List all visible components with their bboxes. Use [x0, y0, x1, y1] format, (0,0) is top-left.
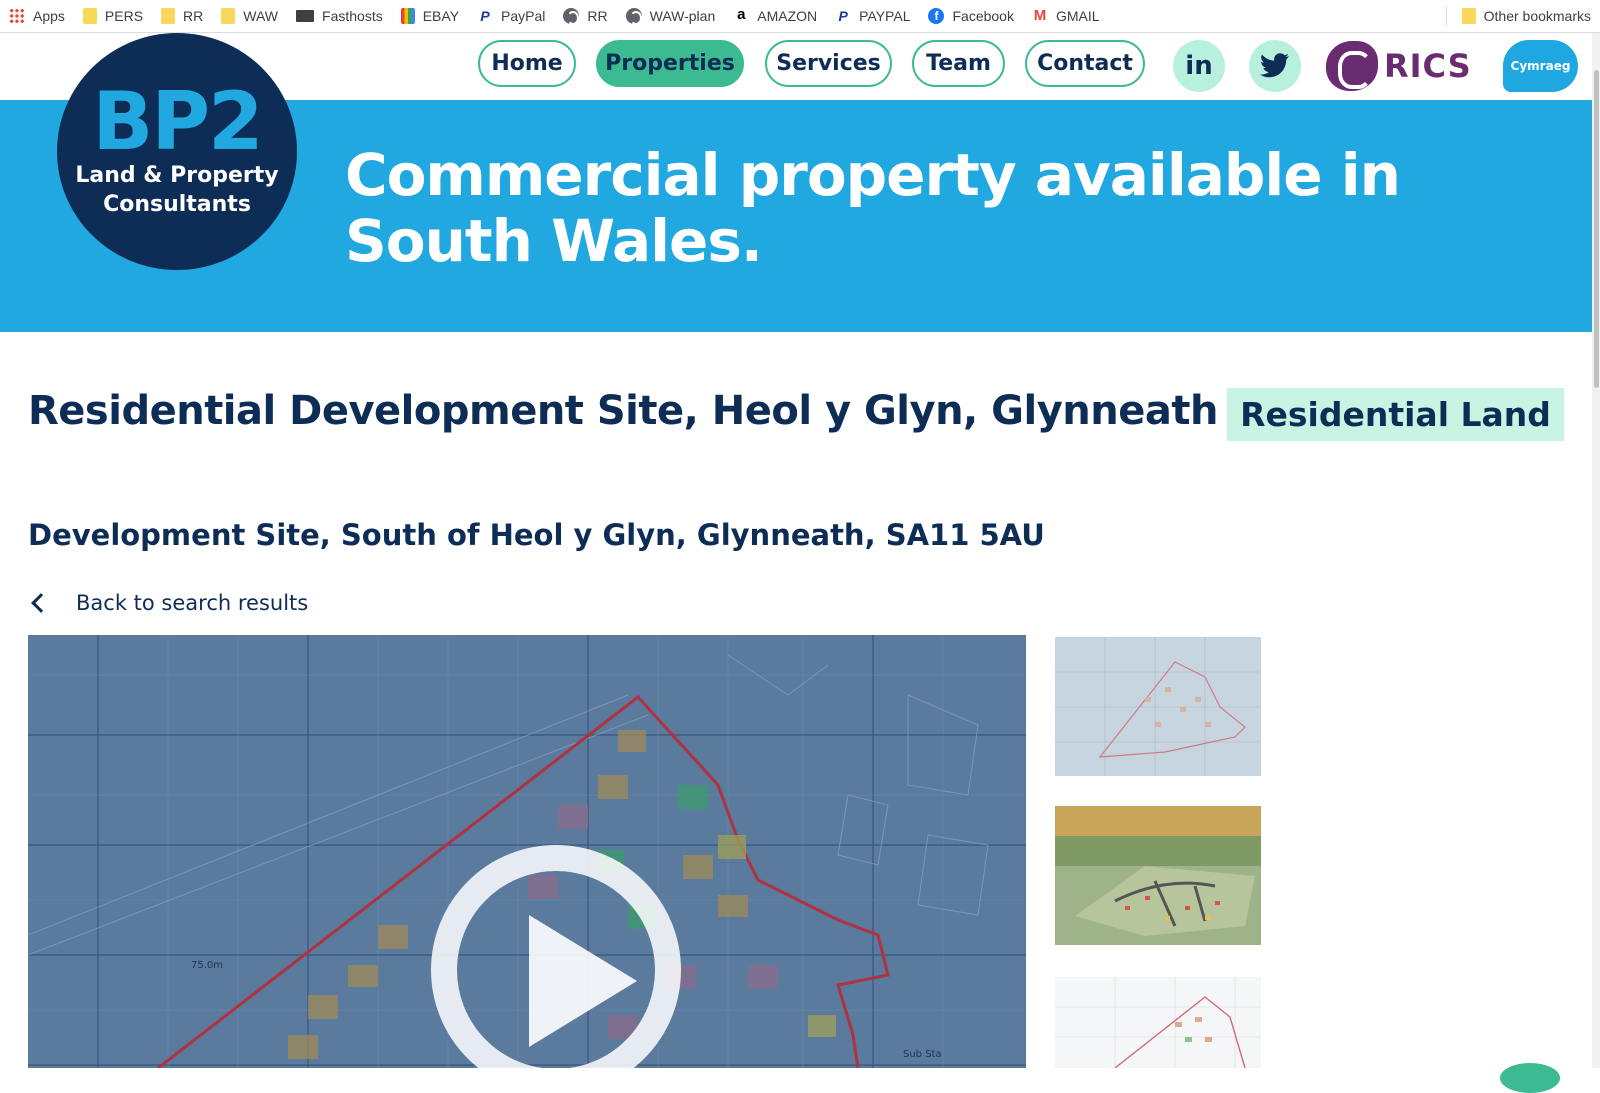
mail-icon [296, 10, 315, 22]
thumbnail-layout-plan[interactable] [1055, 977, 1261, 1068]
bookmark-rr-site[interactable]: RR [554, 3, 616, 29]
bookmark-gmail[interactable]: M GMAIL [1023, 3, 1109, 29]
map-elevation-label: 75.0m [191, 960, 223, 971]
bookmark-label: PayPal [501, 8, 546, 24]
rics-logo-text: RICS [1384, 47, 1472, 85]
bp2-logo[interactable]: BP2 Land & Property Consultants [57, 33, 297, 270]
nav-properties-button[interactable]: Properties [596, 40, 744, 87]
bookmarks-bar: Apps PERS RR WAW Fasthosts EBAY P PayPal … [0, 0, 1600, 33]
gmail-icon: M [1033, 7, 1047, 24]
folder-icon [82, 8, 97, 24]
chevron-left-icon [31, 593, 51, 613]
nav-home-button[interactable]: Home [478, 40, 576, 87]
bookmarks-divider [1445, 6, 1447, 26]
bookmark-label: WAW [243, 8, 279, 24]
rics-logo[interactable]: RICS [1326, 41, 1472, 91]
bookmark-label: PERS [104, 8, 144, 24]
facebook-icon: f [928, 8, 945, 24]
thumbnail-aerial-render[interactable] [1055, 806, 1261, 945]
linkedin-icon[interactable]: in [1173, 40, 1225, 92]
folder-icon [1461, 8, 1476, 24]
bookmark-rr-folder[interactable]: RR [152, 3, 212, 29]
bookmark-label: GMAIL [1055, 8, 1100, 24]
bookmark-pers[interactable]: PERS [74, 3, 152, 29]
bookmark-other[interactable]: Other bookmarks [1453, 3, 1600, 29]
thumbnail-site-plan-image [1055, 637, 1261, 776]
page-scrollbar-thumb[interactable] [1594, 70, 1599, 388]
nav-team-button[interactable]: Team [912, 40, 1005, 87]
thumbnail-site-plan[interactable] [1055, 637, 1261, 776]
rics-lion-icon [1326, 41, 1378, 91]
logo-line-1: Land & Property [75, 163, 279, 188]
logo-bp2-text: BP2 [92, 75, 263, 168]
folder-icon [161, 8, 176, 24]
logo-line-2: Consultants [103, 192, 251, 217]
property-video-player[interactable]: 75.0m Sub Sta [28, 635, 1026, 1068]
property-address: Development Site, South of Heol y Glyn, … [28, 518, 1045, 552]
bookmark-waw-plan[interactable]: WAW-plan [617, 3, 725, 29]
thumbnail-layout-image [1055, 977, 1261, 1068]
globe-icon [563, 8, 580, 25]
bookmark-facebook[interactable]: f Facebook [919, 3, 1022, 29]
bookmark-waw[interactable]: WAW [212, 3, 287, 29]
bookmark-label: Fasthosts [322, 8, 383, 24]
twitter-bird-icon [1260, 53, 1289, 78]
back-link-label: Back to search results [76, 591, 309, 615]
amazon-icon: a [737, 6, 746, 23]
bookmark-label: RR [183, 8, 204, 24]
bookmark-label: EBAY [422, 8, 460, 24]
cymraeg-language-button[interactable]: Cymraeg [1503, 40, 1578, 92]
property-title: Residential Development Site, Heol y Gly… [28, 388, 1218, 434]
bookmark-label: WAW-plan [649, 8, 716, 24]
bookmark-apps[interactable]: Apps [0, 3, 74, 29]
bookmark-label: RR [587, 8, 608, 24]
bookmark-label: AMAZON [757, 8, 818, 24]
twitter-icon[interactable] [1249, 40, 1301, 92]
globe-icon [625, 8, 642, 25]
hero-title: Commercial property available in South W… [345, 141, 1401, 275]
bookmark-label: Apps [33, 8, 65, 24]
bookmark-fasthosts[interactable]: Fasthosts [287, 3, 392, 29]
bookmark-label: PAYPAL [859, 8, 911, 24]
property-type-badge: Residential Land [1227, 388, 1564, 441]
back-to-search-link[interactable]: Back to search results [28, 591, 308, 615]
apps-grid-icon [9, 8, 25, 24]
bookmark-label: Facebook [952, 8, 1014, 24]
bookmark-paypal-2[interactable]: P PAYPAL [826, 3, 919, 29]
logo-subtitle: Land & Property Consultants [57, 161, 297, 219]
bookmark-paypal[interactable]: P PayPal [468, 3, 554, 29]
shopping-bag-icon [400, 8, 415, 24]
bookmark-amazon[interactable]: a AMAZON [724, 3, 826, 29]
bookmark-ebay[interactable]: EBAY [392, 3, 468, 29]
nav-contact-button[interactable]: Contact [1025, 40, 1145, 87]
bookmark-label: Other bookmarks [1483, 8, 1591, 24]
folder-icon [221, 8, 236, 24]
map-substation-label: Sub Sta [903, 1049, 942, 1060]
thumbnail-aerial-image [1055, 806, 1261, 945]
nav-services-button[interactable]: Services [765, 40, 892, 87]
paypal-icon: P [480, 8, 490, 24]
paypal-icon: P [838, 8, 848, 24]
